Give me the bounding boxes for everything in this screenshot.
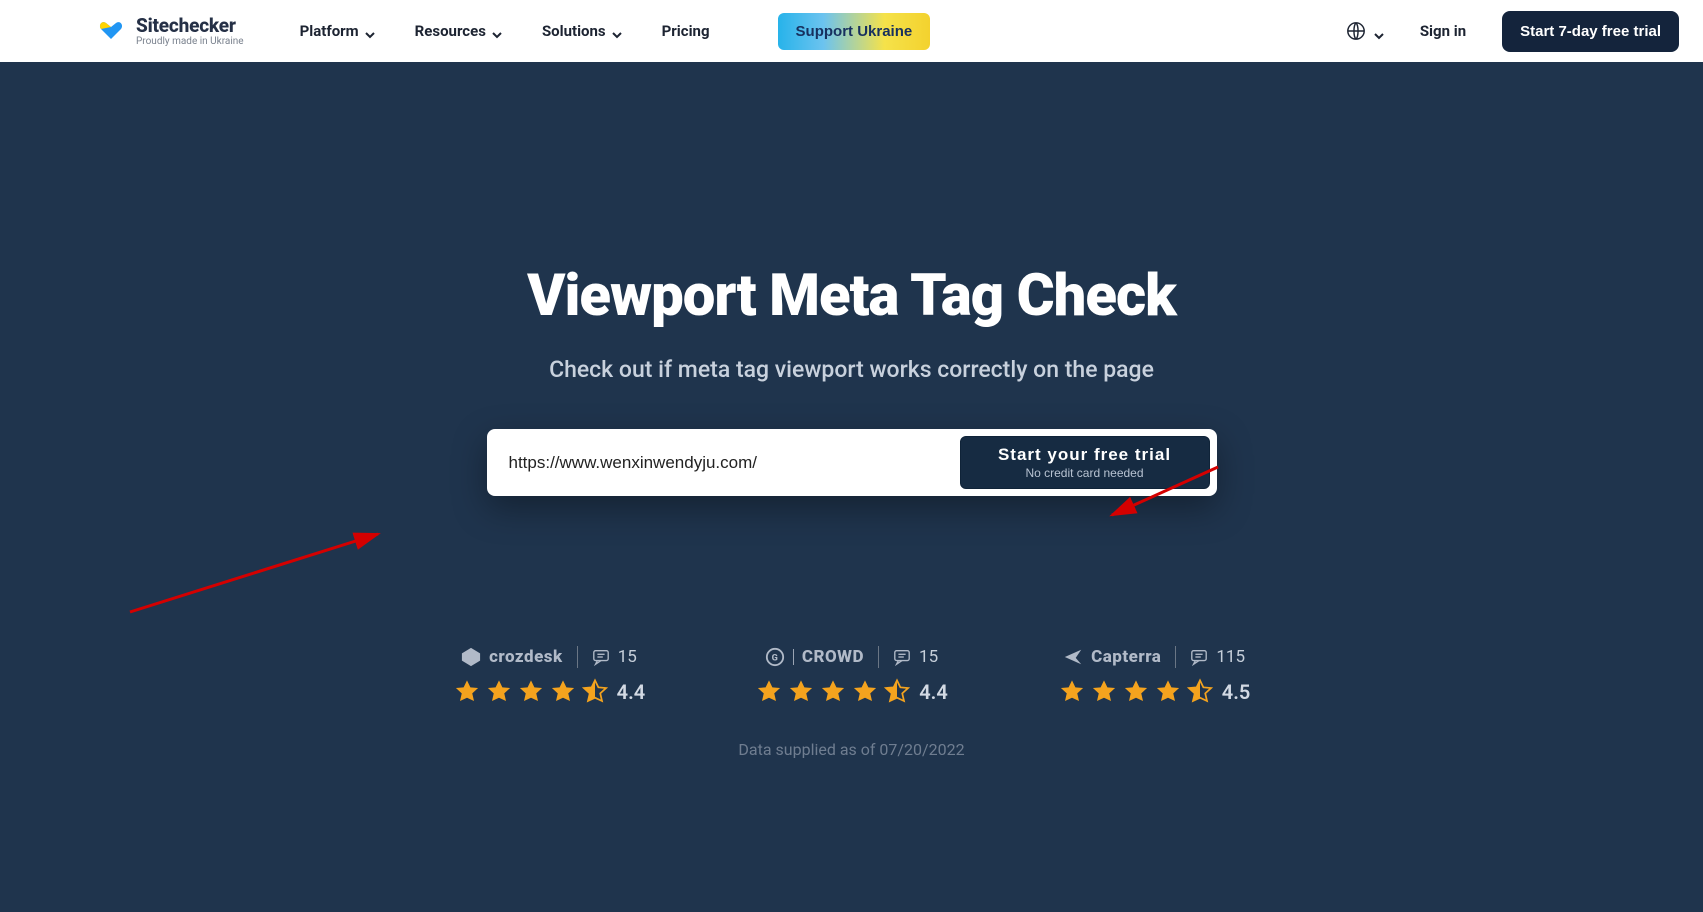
star-icon (517, 678, 545, 706)
review-number: 15 (618, 647, 637, 667)
nav-label: Solutions (542, 22, 606, 40)
divider (577, 646, 578, 668)
url-input[interactable] (505, 439, 950, 487)
g2-icon: G (765, 647, 785, 667)
brand[interactable]: Sitechecker Proudly made in Ukraine (96, 16, 244, 47)
brand-name: Sitechecker (136, 16, 244, 35)
nav-platform[interactable]: Platform (300, 22, 375, 40)
stars-4-4 (755, 678, 911, 706)
logo-heart-icon (96, 19, 126, 43)
comment-icon (592, 648, 610, 666)
comment-icon (1190, 648, 1208, 666)
divider (878, 646, 879, 668)
chevron-down-icon (612, 26, 622, 36)
nav-label: Platform (300, 22, 359, 40)
start-free-trial-button[interactable]: Start 7-day free trial (1502, 11, 1679, 52)
provider-logo: G CROWD (765, 647, 864, 667)
star-icon (1154, 678, 1182, 706)
review-count: 15 (592, 647, 637, 667)
provider-logo: crozdesk (461, 647, 563, 667)
url-check-form: Start your free trial No credit card nee… (487, 429, 1217, 496)
svg-text:G: G (772, 654, 779, 664)
chevron-down-icon (1374, 26, 1384, 36)
rating-capterra: Capterra 115 4.5 (1058, 646, 1251, 706)
stars-4-5 (1058, 678, 1214, 706)
start-trial-button[interactable]: Start your free trial No credit card nee… (960, 436, 1210, 489)
nav-label: Resources (415, 22, 486, 40)
nav-solutions[interactable]: Solutions (542, 22, 622, 40)
rating-score: 4.4 (617, 680, 646, 704)
language-selector[interactable] (1346, 21, 1384, 41)
star-icon (485, 678, 513, 706)
star-icon (851, 678, 879, 706)
star-icon (755, 678, 783, 706)
review-number: 15 (919, 647, 938, 667)
star-half-icon (1186, 678, 1214, 706)
page-title: Viewport Meta Tag Check (24, 262, 1679, 330)
page-subtitle: Check out if meta tag viewport works cor… (24, 356, 1679, 383)
star-icon (1090, 678, 1118, 706)
star-icon (787, 678, 815, 706)
review-count: 115 (1190, 647, 1245, 667)
provider-logo: Capterra (1063, 647, 1161, 667)
review-number: 115 (1216, 647, 1245, 667)
sign-in-link[interactable]: Sign in (1420, 22, 1466, 40)
support-ukraine-button[interactable]: Support Ukraine (778, 13, 931, 50)
star-icon (819, 678, 847, 706)
chevron-down-icon (492, 26, 502, 36)
provider-name: Capterra (1091, 647, 1161, 667)
hero: Viewport Meta Tag Check Check out if met… (0, 62, 1703, 835)
star-icon (549, 678, 577, 706)
trial-button-line1: Start your free trial (989, 445, 1181, 465)
brand-tagline: Proudly made in Ukraine (136, 37, 244, 47)
nav-pricing[interactable]: Pricing (662, 22, 710, 40)
star-icon (453, 678, 481, 706)
star-icon (1122, 678, 1150, 706)
crozdesk-icon (461, 647, 481, 667)
provider-name: crozdesk (489, 647, 563, 667)
globe-icon (1346, 21, 1366, 41)
data-supplied-note: Data supplied as of 07/20/2022 (24, 740, 1679, 759)
capterra-icon (1063, 647, 1083, 667)
divider (1175, 646, 1176, 668)
ratings-row: crozdesk 15 4.4 (24, 646, 1679, 706)
rating-score: 4.4 (919, 680, 948, 704)
site-header: Sitechecker Proudly made in Ukraine Plat… (0, 0, 1703, 62)
comment-icon (893, 648, 911, 666)
nav-resources[interactable]: Resources (415, 22, 502, 40)
rating-g2crowd: G CROWD 15 (755, 646, 948, 706)
rating-score: 4.5 (1222, 680, 1251, 704)
star-half-icon (581, 678, 609, 706)
chevron-down-icon (365, 26, 375, 36)
stars-4-4 (453, 678, 609, 706)
main-nav: Platform Resources Solutions Pricing Sup… (300, 13, 931, 50)
provider-name: CROWD (802, 647, 864, 667)
trial-button-line2: No credit card needed (989, 467, 1181, 481)
star-half-icon (883, 678, 911, 706)
rating-crozdesk: crozdesk 15 4.4 (453, 646, 646, 706)
annotation-arrow-left-icon (130, 492, 390, 622)
review-count: 15 (893, 647, 938, 667)
star-icon (1058, 678, 1086, 706)
